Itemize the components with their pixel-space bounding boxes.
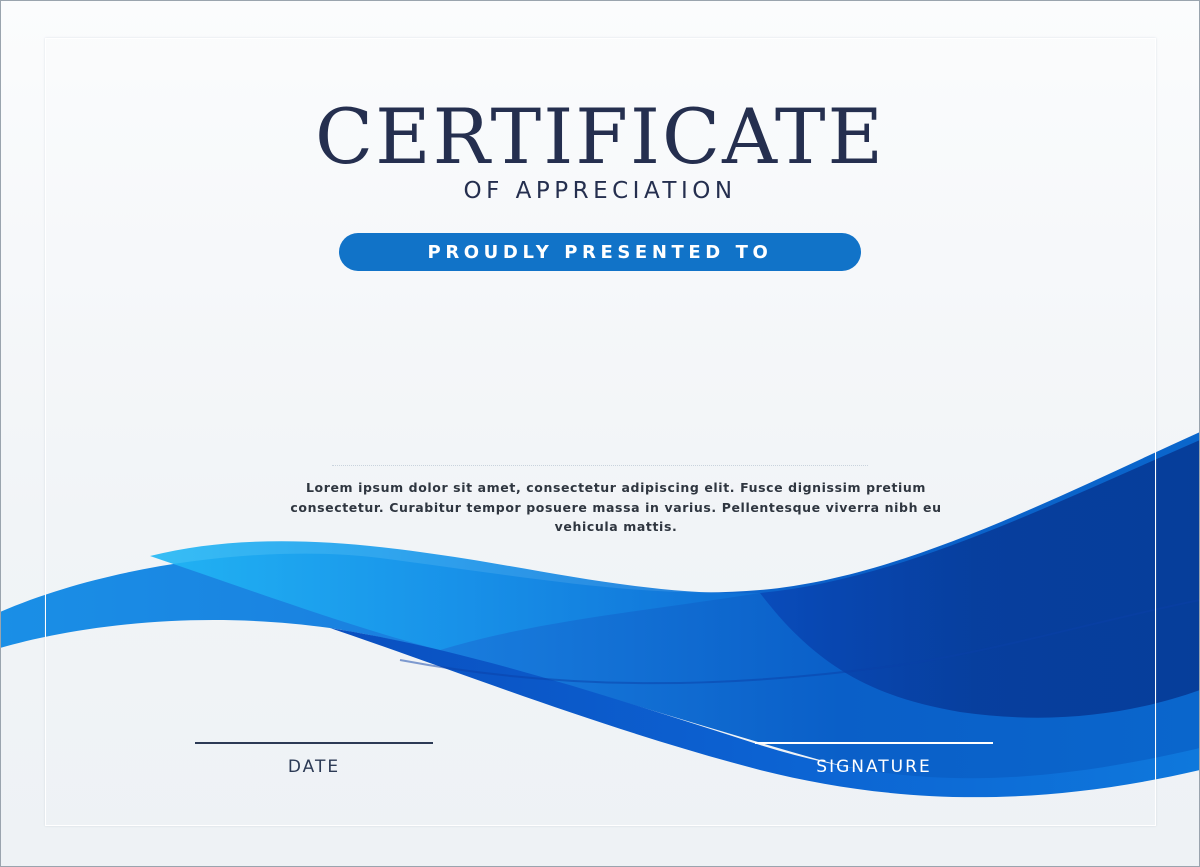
outer-border [0,0,1200,867]
certificate: CERTIFICATE OF APPRECIATION PROUDLY PRES… [0,0,1200,867]
